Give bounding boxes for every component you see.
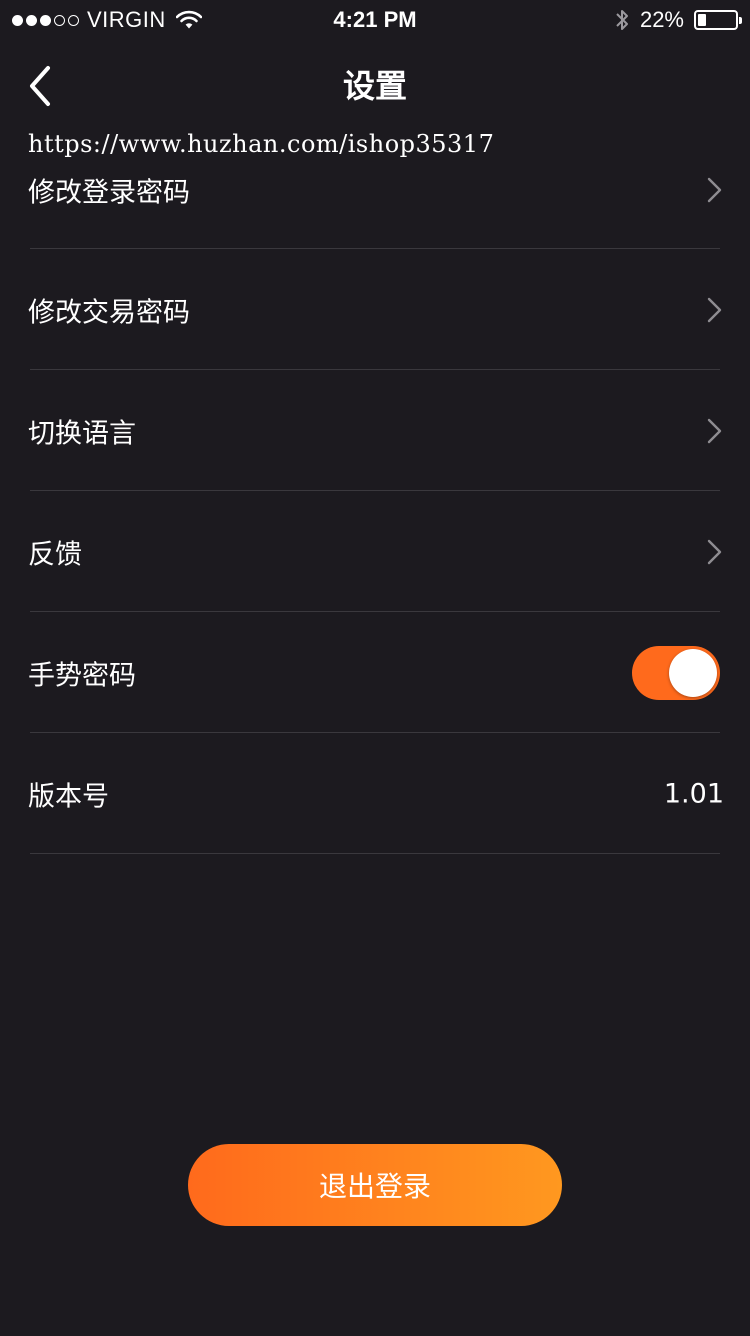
- watermark-text: https://www.huzhan.com/ishop35317: [28, 130, 495, 158]
- settings-row-label: 修改交易密码: [28, 297, 190, 328]
- settings-row-version: 版本号 1.01: [0, 733, 750, 854]
- settings-row-label: 手势密码: [28, 660, 136, 691]
- divider: [30, 853, 720, 854]
- settings-row-label: 切换语言: [28, 418, 136, 449]
- chevron-right-icon: [707, 418, 722, 443]
- settings-list: 修改登录密码 修改交易密码 切换语言 反馈 手势密码 版本号 1.01: [0, 128, 750, 854]
- battery-percent: 22%: [639, 7, 684, 32]
- version-value: 1.01: [663, 778, 724, 809]
- logout-button[interactable]: 退出登录: [188, 1144, 562, 1226]
- settings-row-gesture-password: 手势密码: [0, 612, 750, 733]
- settings-row-label: 修改登录密码: [28, 177, 190, 209]
- chevron-right-icon: [707, 297, 722, 322]
- chevron-right-icon: [707, 177, 722, 203]
- settings-row-label: 反馈: [28, 539, 82, 570]
- battery-tip: [739, 17, 742, 24]
- status-right: 22%: [614, 6, 742, 34]
- status-bar: VIRGIN 4:21 PM 22%: [0, 0, 750, 40]
- battery-fill: [698, 14, 706, 26]
- toggle-knob: [669, 648, 717, 697]
- bluetooth-icon: [616, 10, 628, 30]
- gesture-password-toggle[interactable]: [632, 645, 720, 700]
- navigation-bar: 设置: [0, 44, 750, 128]
- settings-row-feedback[interactable]: 反馈: [0, 491, 750, 612]
- settings-row-switch-language[interactable]: 切换语言: [0, 370, 750, 491]
- page-title: 设置: [342, 67, 407, 105]
- chevron-right-icon: [707, 539, 722, 564]
- settings-row-change-trade-password[interactable]: 修改交易密码: [0, 249, 750, 370]
- settings-row-label: 版本号: [28, 781, 109, 812]
- battery-icon: [694, 10, 742, 30]
